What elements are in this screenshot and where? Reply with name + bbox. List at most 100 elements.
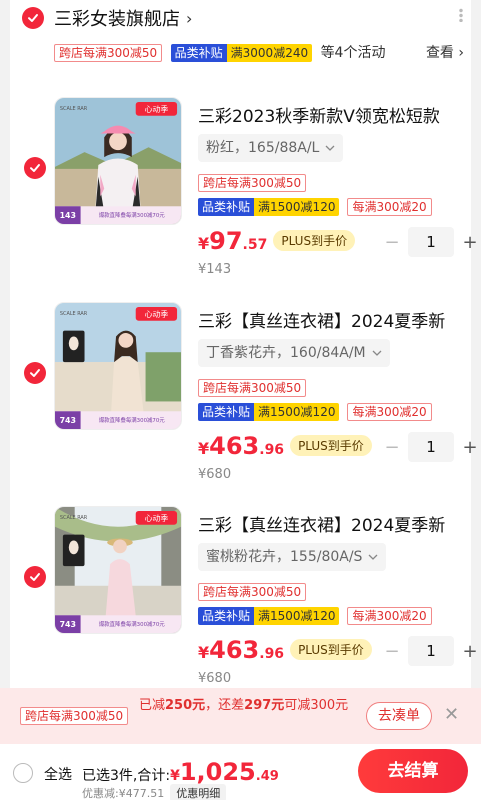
original-price: ¥680 bbox=[198, 671, 232, 686]
variant-label: 粉红，165/88A/L bbox=[206, 140, 320, 156]
store-checkbox[interactable] bbox=[22, 7, 44, 29]
original-price: ¥143 bbox=[198, 262, 232, 277]
cart-item: 心动季 SCALE RAR 143 爆款直降叠每满300减70元 三彩2023秋… bbox=[10, 97, 478, 302]
promo-tag-cross: 跨店每满300减50 bbox=[198, 582, 307, 601]
variant-label: 丁香紫花卉，160/84A/M bbox=[206, 345, 366, 361]
close-icon[interactable]: ✕ bbox=[444, 704, 459, 725]
coupon-bar: 跨店每满300减50 已减250元，还差297元可减300元 去凑单 ✕ bbox=[0, 688, 481, 744]
coupon-remaining-amount: 297元 bbox=[244, 698, 285, 713]
select-all-radio[interactable] bbox=[13, 763, 33, 783]
variant-selector[interactable]: 粉红，165/88A/L bbox=[198, 134, 344, 162]
select-all-label[interactable]: 全选 bbox=[44, 764, 72, 784]
coupon-message: 已减250元，还差297元可减300元 bbox=[139, 697, 359, 714]
store-name-link[interactable]: 三彩女装旗舰店 › bbox=[54, 5, 192, 31]
store-card: 三彩女装旗舰店 › 跨店每满300减50 品类补贴 满3000减240 等4个活动… bbox=[10, 0, 478, 700]
cart-item: 心动季 SCALE RAR 743 爆款直降叠每满300减70元 三彩【真丝连衣… bbox=[10, 302, 478, 507]
chevron-right-icon: › bbox=[186, 8, 193, 28]
total-symbol: ¥ bbox=[170, 768, 180, 784]
checkmark-icon bbox=[30, 573, 40, 581]
thumb-badge: 心动季 bbox=[145, 309, 169, 319]
thumb-price: 743 bbox=[60, 620, 76, 629]
thumb-badge: 心动季 bbox=[145, 104, 169, 114]
price-symbol: ¥ bbox=[198, 439, 210, 458]
total-decimal: .49 bbox=[255, 769, 279, 784]
increment-button[interactable]: + bbox=[462, 232, 478, 253]
total-price: ¥ 1,025 .49 bbox=[170, 758, 279, 786]
store-promo-row: 跨店每满300减50 品类补贴 满3000减240 等4个活动 查看 › bbox=[54, 42, 464, 64]
checkout-footer: 全选 已选3件,合计: ¥ 1,025 .49 优惠减:¥477.51 优惠明细… bbox=[0, 744, 481, 800]
variant-selector[interactable]: 丁香紫花卉，160/84A/M bbox=[198, 339, 390, 367]
thumb-price: 743 bbox=[60, 416, 76, 425]
product-thumbnail[interactable]: 心动季 SCALE RAR 743 爆款直降叠每满300减70元 bbox=[54, 302, 182, 430]
increment-button[interactable]: + bbox=[462, 641, 478, 662]
item-checkbox[interactable] bbox=[24, 362, 46, 384]
promo-tag-cross: 跨店每满300减50 bbox=[54, 44, 163, 62]
thumb-footer: 爆款直降叠每满300减70元 bbox=[99, 211, 165, 219]
original-price: ¥680 bbox=[198, 467, 232, 482]
price: ¥ 463 .96 PLUS到手价 bbox=[198, 432, 372, 460]
thumb-brand: SCALE RAR bbox=[60, 106, 88, 112]
price: ¥ 97 .57 PLUS到手价 bbox=[198, 227, 356, 255]
thumb-badge: 心动季 bbox=[145, 513, 169, 523]
item-checkbox[interactable] bbox=[24, 566, 46, 588]
plus-price-badge: PLUS到手价 bbox=[290, 435, 372, 456]
promo-tag-category-value: 满1500减120 bbox=[254, 607, 340, 625]
item-checkbox[interactable] bbox=[24, 157, 46, 179]
store-name: 三彩女装旗舰店 bbox=[54, 9, 180, 30]
promo-tag-cross: 跨店每满300减50 bbox=[198, 173, 307, 192]
price-symbol: ¥ bbox=[198, 643, 210, 662]
thumb-brand: SCALE RAR bbox=[60, 311, 88, 317]
plus-price-badge: PLUS到手价 bbox=[290, 639, 372, 660]
variant-label: 蜜桃粉花卉，155/80A/S bbox=[206, 549, 363, 565]
checkmark-icon bbox=[28, 14, 38, 22]
quantity-field[interactable]: 1 bbox=[408, 636, 454, 666]
promo-tag-category-label: 品类补贴 bbox=[198, 198, 255, 216]
discount-detail-button[interactable]: 优惠明细 bbox=[170, 784, 227, 800]
decrement-button[interactable]: − bbox=[384, 641, 400, 662]
product-title[interactable]: 三彩【真丝连衣裙】2024夏季新 bbox=[198, 511, 468, 536]
promo-tag-store: 每满300减20 bbox=[347, 198, 432, 216]
promo-more-text: 等4个活动 bbox=[320, 45, 386, 61]
quantity-stepper: − 1 + bbox=[384, 636, 478, 666]
discount-amount: 优惠减:¥477.51 bbox=[82, 787, 165, 800]
coupon-text-a: 已减 bbox=[139, 698, 166, 713]
price-decimal: .96 bbox=[259, 646, 285, 662]
variant-selector[interactable]: 蜜桃粉花卉，155/80A/S bbox=[198, 543, 387, 571]
coupon-text-c: ，还差 bbox=[205, 698, 245, 713]
price-integer: 463 bbox=[209, 636, 260, 664]
total-summary: 已选3件,合计: ¥ 1,025 .49 bbox=[82, 758, 279, 786]
chevron-down-icon bbox=[325, 145, 335, 151]
promo-tag-category-label: 品类补贴 bbox=[198, 403, 255, 421]
price-decimal: .57 bbox=[242, 237, 268, 253]
cart-item: 心动季 SCALE RAR 743 爆款直降叠每满300减70元 三彩【真丝连衣… bbox=[10, 506, 478, 711]
promo-tag-category-value: 满1500减120 bbox=[254, 198, 340, 216]
checkmark-icon bbox=[30, 369, 40, 377]
summary-text: 已选3件,合计: bbox=[82, 768, 171, 784]
quantity-field[interactable]: 1 bbox=[408, 227, 454, 257]
product-thumbnail[interactable]: 心动季 SCALE RAR 143 爆款直降叠每满300减70元 bbox=[54, 97, 182, 225]
price-symbol: ¥ bbox=[198, 234, 210, 253]
add-more-button[interactable]: 去凑单 bbox=[366, 702, 432, 730]
decrement-button[interactable]: − bbox=[384, 437, 400, 458]
coupon-saved-amount: 250元 bbox=[165, 698, 206, 713]
coupon-tag: 跨店每满300减50 bbox=[20, 707, 129, 725]
checkout-button[interactable]: 去结算 bbox=[358, 749, 468, 793]
quantity-stepper: − 1 + bbox=[384, 432, 478, 462]
chevron-down-icon bbox=[368, 554, 378, 560]
promo-tag-category-label: 品类补贴 bbox=[170, 44, 227, 62]
increment-button[interactable]: + bbox=[462, 437, 478, 458]
product-title[interactable]: 三彩2023秋季新款V领宽松短款 bbox=[198, 102, 468, 127]
product-image: 心动季 SCALE RAR 743 爆款直降叠每满300减70元 bbox=[55, 303, 181, 429]
product-thumbnail[interactable]: 心动季 SCALE RAR 743 爆款直降叠每满300减70元 bbox=[54, 506, 182, 634]
product-image: 心动季 SCALE RAR 143 爆款直降叠每满300减70元 bbox=[55, 98, 181, 224]
see-more-link[interactable]: 查看 › bbox=[426, 42, 464, 64]
decrement-button[interactable]: − bbox=[384, 232, 400, 253]
more-dots-icon[interactable] bbox=[459, 8, 463, 22]
total-integer: 1,025 bbox=[179, 758, 256, 786]
promo-tag-store: 每满300减20 bbox=[347, 607, 432, 625]
product-title[interactable]: 三彩【真丝连衣裙】2024夏季新 bbox=[198, 307, 468, 332]
plus-price-badge: PLUS到手价 bbox=[273, 230, 356, 251]
quantity-field[interactable]: 1 bbox=[408, 432, 454, 462]
promo-tag-category-value: 满3000减240 bbox=[226, 44, 313, 62]
price-integer: 463 bbox=[209, 432, 260, 460]
